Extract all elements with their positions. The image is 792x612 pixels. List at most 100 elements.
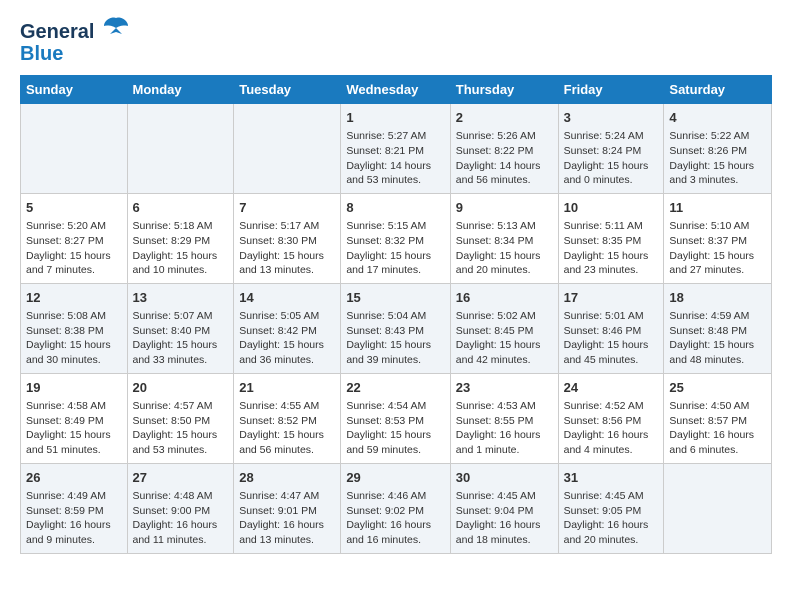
weekday-header-sunday: Sunday [21,76,128,104]
calendar-cell [127,104,234,194]
day-number: 8 [346,199,444,217]
weekday-header-friday: Friday [558,76,664,104]
day-info: Daylight: 15 hours and 45 minutes. [564,338,659,367]
day-number: 12 [26,289,122,307]
day-info: Sunset: 8:29 PM [133,234,229,249]
day-info: Sunrise: 4:45 AM [564,489,659,504]
day-info: Daylight: 16 hours and 1 minute. [456,428,553,457]
day-number: 10 [564,199,659,217]
day-number: 25 [669,379,766,397]
day-info: Daylight: 16 hours and 18 minutes. [456,518,553,547]
day-info: Daylight: 15 hours and 17 minutes. [346,249,444,278]
day-info: Sunset: 8:53 PM [346,414,444,429]
day-number: 20 [133,379,229,397]
day-number: 28 [239,469,335,487]
day-info: Daylight: 16 hours and 9 minutes. [26,518,122,547]
day-number: 23 [456,379,553,397]
day-info: Sunrise: 4:53 AM [456,399,553,414]
day-number: 4 [669,109,766,127]
day-info: Sunset: 8:34 PM [456,234,553,249]
day-info: Sunset: 8:40 PM [133,324,229,339]
calendar-cell: 7Sunrise: 5:17 AMSunset: 8:30 PMDaylight… [234,193,341,283]
day-info: Daylight: 15 hours and 59 minutes. [346,428,444,457]
day-info: Sunset: 8:27 PM [26,234,122,249]
day-info: Sunrise: 5:13 AM [456,219,553,234]
day-info: Sunrise: 4:58 AM [26,399,122,414]
day-info: Sunset: 8:24 PM [564,144,659,159]
day-info: Sunrise: 5:01 AM [564,309,659,324]
day-info: Daylight: 14 hours and 53 minutes. [346,159,444,188]
day-info: Sunset: 8:37 PM [669,234,766,249]
day-info: Daylight: 15 hours and 56 minutes. [239,428,335,457]
day-info: Daylight: 16 hours and 16 minutes. [346,518,444,547]
day-info: Daylight: 15 hours and 10 minutes. [133,249,229,278]
day-info: Daylight: 15 hours and 7 minutes. [26,249,122,278]
day-info: Sunset: 8:48 PM [669,324,766,339]
calendar-cell: 6Sunrise: 5:18 AMSunset: 8:29 PMDaylight… [127,193,234,283]
day-number: 29 [346,469,444,487]
logo-bird-icon [102,16,130,38]
calendar-cell: 24Sunrise: 4:52 AMSunset: 8:56 PMDayligh… [558,373,664,463]
calendar-cell: 10Sunrise: 5:11 AMSunset: 8:35 PMDayligh… [558,193,664,283]
week-row-2: 5Sunrise: 5:20 AMSunset: 8:27 PMDaylight… [21,193,772,283]
day-info: Daylight: 15 hours and 51 minutes. [26,428,122,457]
week-row-5: 26Sunrise: 4:49 AMSunset: 8:59 PMDayligh… [21,463,772,553]
day-number: 31 [564,469,659,487]
day-info: Sunrise: 5:11 AM [564,219,659,234]
day-info: Sunrise: 4:48 AM [133,489,229,504]
calendar-cell [234,104,341,194]
calendar-cell: 2Sunrise: 5:26 AMSunset: 8:22 PMDaylight… [450,104,558,194]
day-number: 6 [133,199,229,217]
day-info: Sunset: 8:57 PM [669,414,766,429]
day-number: 16 [456,289,553,307]
calendar-cell: 12Sunrise: 5:08 AMSunset: 8:38 PMDayligh… [21,283,128,373]
day-number: 24 [564,379,659,397]
day-info: Sunset: 9:05 PM [564,504,659,519]
day-info: Sunset: 9:01 PM [239,504,335,519]
day-info: Sunset: 8:43 PM [346,324,444,339]
day-info: Sunset: 8:42 PM [239,324,335,339]
day-info: Sunrise: 5:15 AM [346,219,444,234]
week-row-4: 19Sunrise: 4:58 AMSunset: 8:49 PMDayligh… [21,373,772,463]
day-info: Daylight: 16 hours and 20 minutes. [564,518,659,547]
day-info: Sunset: 8:32 PM [346,234,444,249]
day-info: Sunset: 8:35 PM [564,234,659,249]
day-number: 5 [26,199,122,217]
day-info: Sunset: 8:52 PM [239,414,335,429]
calendar-cell: 27Sunrise: 4:48 AMSunset: 9:00 PMDayligh… [127,463,234,553]
day-info: Daylight: 16 hours and 11 minutes. [133,518,229,547]
logo-text: General [20,20,130,43]
calendar-cell: 18Sunrise: 4:59 AMSunset: 8:48 PMDayligh… [664,283,772,373]
day-info: Sunrise: 5:02 AM [456,309,553,324]
day-info: Daylight: 16 hours and 13 minutes. [239,518,335,547]
day-number: 26 [26,469,122,487]
day-info: Daylight: 14 hours and 56 minutes. [456,159,553,188]
calendar-cell: 21Sunrise: 4:55 AMSunset: 8:52 PMDayligh… [234,373,341,463]
day-number: 18 [669,289,766,307]
day-info: Daylight: 15 hours and 33 minutes. [133,338,229,367]
weekday-header-saturday: Saturday [664,76,772,104]
day-info: Sunrise: 4:59 AM [669,309,766,324]
day-info: Sunset: 8:55 PM [456,414,553,429]
day-info: Daylight: 15 hours and 42 minutes. [456,338,553,367]
day-number: 1 [346,109,444,127]
calendar-cell: 1Sunrise: 5:27 AMSunset: 8:21 PMDaylight… [341,104,450,194]
weekday-header-monday: Monday [127,76,234,104]
day-info: Sunset: 8:56 PM [564,414,659,429]
page-header: General Blue [20,20,772,65]
day-number: 7 [239,199,335,217]
week-row-1: 1Sunrise: 5:27 AMSunset: 8:21 PMDaylight… [21,104,772,194]
calendar-cell: 30Sunrise: 4:45 AMSunset: 9:04 PMDayligh… [450,463,558,553]
week-row-3: 12Sunrise: 5:08 AMSunset: 8:38 PMDayligh… [21,283,772,373]
day-info: Sunset: 9:00 PM [133,504,229,519]
day-info: Sunrise: 4:46 AM [346,489,444,504]
day-info: Sunrise: 5:07 AM [133,309,229,324]
calendar-cell: 28Sunrise: 4:47 AMSunset: 9:01 PMDayligh… [234,463,341,553]
day-number: 9 [456,199,553,217]
day-info: Sunset: 8:50 PM [133,414,229,429]
day-info: Daylight: 16 hours and 6 minutes. [669,428,766,457]
calendar-cell: 26Sunrise: 4:49 AMSunset: 8:59 PMDayligh… [21,463,128,553]
day-info: Sunset: 8:30 PM [239,234,335,249]
calendar-cell: 31 Sunrise: 4:45 AMSunset: 9:05 PMDayligh… [558,463,664,553]
day-info: Sunrise: 5:05 AM [239,309,335,324]
